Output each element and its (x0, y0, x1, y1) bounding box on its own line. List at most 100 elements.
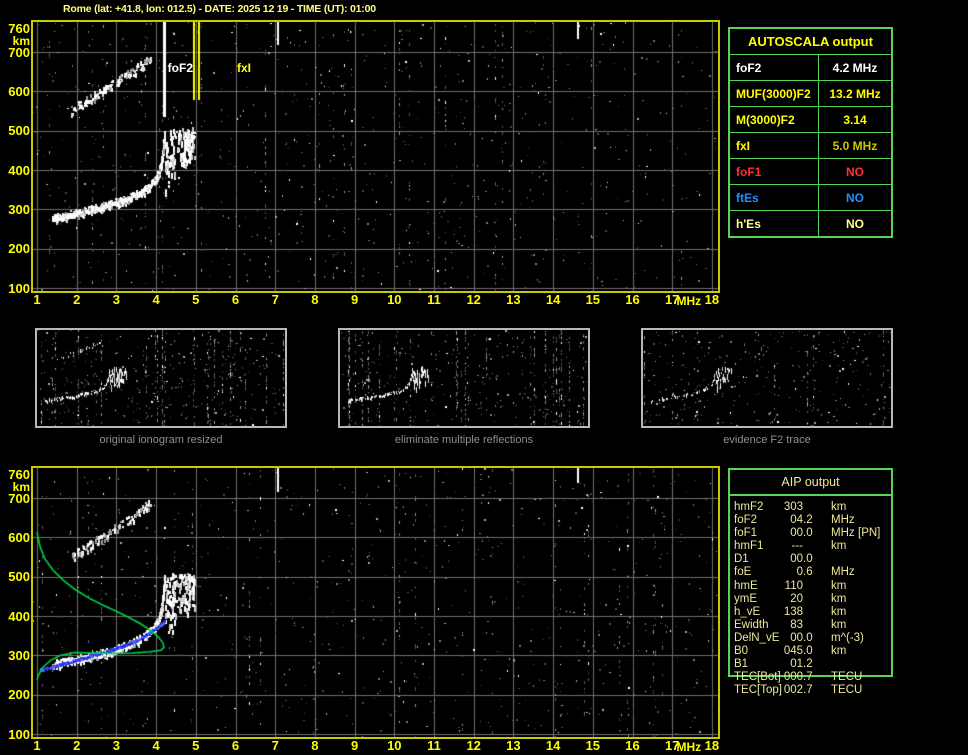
aip-row-value-frac: .0 (803, 553, 813, 566)
x-axis-tick-label: 17 (664, 292, 680, 307)
autoscala-row: fxI 5.0 MHz (730, 132, 891, 158)
aip-row-value-int: 00 (790, 631, 803, 644)
x-axis-tick-label: 18 (704, 738, 720, 753)
aip-row-value-frac: .2 (803, 514, 813, 527)
fxi-marker-label: fxI (237, 61, 252, 75)
aip-row-value-frac: .2 (803, 658, 813, 671)
thumbnail-caption-2: eliminate multiple reflections (394, 434, 534, 446)
thumbnail-original-ionogram (35, 328, 287, 428)
x-axis-tick-label: 14 (545, 292, 561, 307)
y-axis-tick-label: 300 (8, 647, 30, 663)
aip-row-unit: km (831, 592, 847, 605)
aip-row: foE 0.6 MHz (730, 566, 891, 579)
x-axis-tick-label: 15 (585, 292, 601, 307)
autoscala-row-value: NO (846, 190, 864, 205)
y-axis-tick-label: 760 (8, 20, 30, 36)
aip-row: foF1 00.0 MHz [PN] (730, 527, 891, 540)
autoscala-row-label: M(3000)F2 (730, 107, 819, 132)
autoscala-row-value: 5.0 MHz (832, 138, 878, 153)
thumbnail-caption-3: evidence F2 trace (723, 434, 811, 446)
aip-row-value-int: 83 (790, 618, 803, 631)
aip-row-unit: TECU (831, 684, 863, 697)
autoscala-row-value: 4.2 MHz (832, 60, 878, 75)
aip-row-value-int: 138 (783, 605, 803, 618)
x-axis-tick-label: 16 (625, 292, 640, 307)
aip-row: hmE 110 km (730, 580, 891, 593)
x-axis-tick-label: 8 (311, 738, 319, 753)
x-axis-tick-label: 3 (112, 292, 120, 307)
y-axis-unit-label: km (12, 34, 30, 49)
page-title: Rome (lat: +41.8, lon: 012.5) - DATE: 20… (63, 3, 376, 15)
x-axis-tick-label: 13 (506, 738, 521, 753)
y-axis-tick-label: 400 (8, 608, 30, 624)
aip-row: TEC[Top] 002.7 TECU (730, 684, 891, 697)
aip-row: B0 045.0 km (730, 645, 891, 658)
aip-row: foF2 04.2 MHz (730, 514, 891, 527)
y-axis-unit-label: km (12, 480, 30, 495)
x-axis-tick-label: 16 (625, 738, 640, 753)
x-axis-tick-label: 5 (192, 738, 200, 753)
y-axis-tick-label: 600 (8, 529, 30, 545)
x-axis-unit-label: MHz (676, 740, 702, 754)
autoscala-table: foF2 4.2 MHz MUF(3000)F2 13.2 MHz M(3000)F2 3… (730, 55, 891, 236)
aip-row-unit: MHz (831, 514, 855, 527)
x-axis-tick-label: 4 (152, 292, 160, 307)
y-axis-tick-label: 700 (8, 490, 30, 506)
autoscala-row-value: 3.14 (843, 112, 867, 127)
aip-row-unit: km (831, 540, 847, 553)
x-axis-tick-label: 11 (427, 738, 441, 753)
autoscala-row-label: foF1 (730, 159, 819, 184)
autoscala-row-label: foF2 (730, 55, 819, 80)
aip-row-value-frac: .0 (803, 631, 813, 644)
y-axis-tick-label: 600 (8, 83, 30, 99)
x-axis-tick-label: 10 (387, 292, 402, 307)
x-axis-tick-label: 2 (73, 738, 81, 753)
autoscala-row-label: ftEs (730, 185, 819, 210)
aip-row: D1 00.0 (730, 553, 891, 566)
y-axis-tick-label: 100 (8, 726, 30, 742)
x-axis-tick-label: 8 (311, 292, 319, 307)
x-axis-tick-label: 1 (33, 738, 41, 753)
aip-row-unit: TECU (831, 671, 863, 684)
aip-row-value-frac: .7 (803, 684, 813, 697)
autoscala-row-value: NO (846, 164, 864, 179)
x-axis-tick-label: 5 (192, 292, 200, 307)
x-axis-tick-label: 18 (704, 292, 720, 307)
aip-row: h_vE 138 km (730, 606, 891, 619)
aip-row-value-int: 00 (790, 527, 803, 540)
y-axis-tick-label: 400 (8, 162, 30, 178)
thumbnail-evidence-f2-trace (641, 328, 893, 428)
aip-row: hmF2 303 km (730, 501, 891, 514)
ionogram-canvas-top (33, 22, 718, 291)
aip-row-unit: MHz (831, 566, 855, 579)
aip-row-value-int: --- (791, 540, 804, 553)
autoscala-panel-title: AUTOSCALA output (730, 29, 891, 55)
thumbnail-caption-1: original ionogram resized (99, 434, 223, 446)
autoscala-row-label: h'Es (730, 211, 819, 236)
autoscala-row-value: 13.2 MHz (829, 86, 881, 101)
x-axis-tick-label: 3 (112, 738, 120, 753)
autoscala-row: MUF(3000)F2 13.2 MHz (730, 80, 891, 106)
ionogram-plot-bottom (31, 466, 720, 739)
aip-table: hmF2 303 km foF2 04.2 MHz foF1 00.0 MHz [PN] hmF1-… (730, 496, 891, 697)
autoscala-row: ftEs NO (730, 184, 891, 210)
aip-row-note: [PN] (858, 527, 881, 540)
aip-row-value-frac: .0 (803, 527, 813, 540)
aip-row: Ewidth 83 km (730, 619, 891, 632)
x-axis-tick-label: 14 (545, 738, 561, 753)
y-axis-tick-label: 200 (8, 241, 30, 257)
thumbnail-eliminate-multiples (338, 328, 590, 428)
autoscala-output-panel: AUTOSCALA output foF2 4.2 MHz MUF(3000)F2 1… (728, 27, 893, 238)
aip-row: DelN_vE 00.0 m^(-3) (730, 632, 891, 645)
y-axis-tick-label: 700 (8, 44, 30, 60)
aip-row-value-int: 000 (783, 671, 803, 684)
x-axis-tick-label: 2 (73, 292, 81, 307)
aip-row-value-int: 00 (790, 553, 803, 566)
x-axis-tick-label: 6 (231, 738, 240, 753)
autoscala-row: foF1 NO (730, 158, 891, 184)
y-axis-tick-label: 100 (8, 280, 30, 296)
autoscala-row-label: MUF(3000)F2 (730, 81, 819, 106)
autoscala-row: M(3000)F2 3.14 (730, 106, 891, 132)
x-axis-tick-label: 9 (350, 292, 359, 307)
aip-row-value-int: 01 (790, 658, 803, 671)
